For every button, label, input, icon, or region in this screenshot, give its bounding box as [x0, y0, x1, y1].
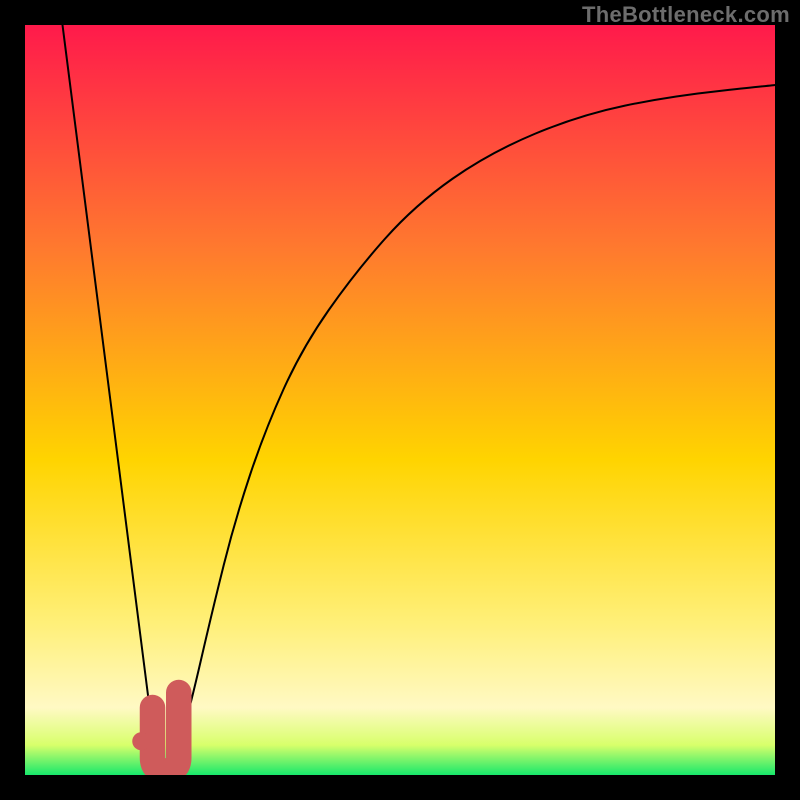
chart-background — [25, 25, 775, 775]
bottleneck-dot-icon — [132, 732, 150, 750]
chart-svg — [25, 25, 775, 775]
chart-plot-area — [25, 25, 775, 775]
chart-frame: TheBottleneck.com — [0, 0, 800, 800]
watermark-label: TheBottleneck.com — [582, 2, 790, 28]
